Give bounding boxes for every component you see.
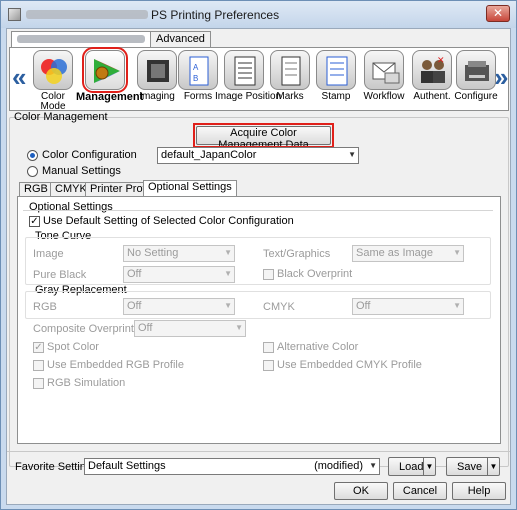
svg-text:✕: ✕: [437, 56, 445, 66]
dialog-client-area: Advanced « » Color Mode Management Imagi…: [6, 28, 511, 505]
gray-cmyk-value: Off: [356, 300, 371, 312]
gray-rgb-value: Off: [127, 300, 142, 312]
load-dropdown-icon[interactable]: ▼: [423, 458, 435, 475]
manual-settings-label: Manual Settings: [42, 165, 121, 177]
function-toolbar: « » Color Mode Management Imaging A B Fo…: [9, 47, 509, 112]
alternative-color-checkbox[interactable]: [263, 342, 274, 353]
footer-divider: [7, 451, 510, 452]
toolbar-item-color-mode[interactable]: Color Mode: [24, 50, 82, 112]
color-configuration-value: default_JapanColor: [161, 149, 257, 161]
spot-color-label: Spot Color: [47, 341, 99, 353]
composite-overprint-label: Composite Overprint: [33, 323, 134, 335]
text-graphics-select[interactable]: Same as Image: [352, 245, 464, 262]
title-printer-name-blurred: [26, 10, 148, 19]
tab-advanced-label: Advanced: [156, 33, 205, 45]
checkmark-icon: ✓: [34, 342, 43, 353]
optional-settings-divider: [23, 210, 493, 211]
black-overprint-label: Black Overprint: [277, 268, 353, 280]
load-button[interactable]: Load ▼: [388, 457, 436, 476]
use-embedded-rgb-label: Use Embedded RGB Profile: [47, 359, 184, 371]
favorite-setting-label: Favorite Setting: [15, 461, 93, 473]
marks-icon: [270, 50, 310, 90]
toolbar-label-configure: Configure: [454, 91, 498, 102]
save-dropdown-icon[interactable]: ▼: [487, 458, 499, 475]
favorite-setting-value: Default Settings: [88, 460, 166, 472]
color-configuration-select[interactable]: default_JapanColor: [157, 147, 359, 164]
workflow-icon: [364, 50, 404, 90]
manual-settings-radio[interactable]: [27, 166, 38, 177]
image-position-icon: [224, 50, 264, 90]
use-default-label: Use Default Setting of Selected Color Co…: [43, 215, 294, 227]
gray-cmyk-label: CMYK: [263, 301, 295, 313]
use-embedded-rgb-checkbox[interactable]: [33, 360, 44, 371]
rgb-simulation-checkbox[interactable]: [33, 378, 44, 389]
svg-text:A: A: [193, 63, 199, 72]
load-button-label: Load: [399, 460, 424, 473]
color-configuration-label: Color Configuration: [42, 149, 137, 161]
help-button[interactable]: Help: [452, 482, 506, 500]
save-button-label: Save: [457, 460, 483, 473]
save-button[interactable]: Save ▼: [446, 457, 500, 476]
use-embedded-cmyk-checkbox[interactable]: [263, 360, 274, 371]
favorite-setting-select[interactable]: Default Settings (modified): [84, 458, 380, 475]
composite-overprint-select[interactable]: Off: [134, 320, 246, 337]
gray-cmyk-select[interactable]: Off: [352, 298, 464, 315]
spot-color-checkbox[interactable]: ✓: [33, 342, 44, 353]
color-configuration-radio[interactable]: [27, 150, 38, 161]
tab-rgb[interactable]: RGB: [19, 182, 53, 196]
forms-icon: AB: [178, 50, 218, 90]
checkmark-icon: ✓: [30, 216, 39, 227]
close-icon: ✕: [492, 6, 504, 20]
pure-black-select[interactable]: Off: [123, 266, 235, 283]
optional-settings-title: Optional Settings: [29, 201, 113, 213]
toolbar-label-management: Management: [76, 91, 144, 103]
rgb-simulation-label: RGB Simulation: [47, 377, 126, 389]
toolbar-item-management[interactable]: Management: [76, 47, 144, 103]
gray-rgb-label: RGB: [33, 301, 57, 313]
cancel-button[interactable]: Cancel: [393, 482, 447, 500]
ok-button[interactable]: OK: [334, 482, 388, 500]
title-bar: PS Printing Preferences ✕: [1, 1, 516, 28]
toolbar-item-configure[interactable]: Configure: [447, 50, 505, 102]
stamp-icon: [316, 50, 356, 90]
alternative-color-label: Alternative Color: [277, 341, 359, 353]
composite-overprint-value: Off: [138, 322, 153, 334]
printing-preferences-window: PS Printing Preferences ✕ Advanced « » C…: [0, 0, 517, 510]
gray-rgb-select[interactable]: Off: [123, 298, 235, 315]
use-default-checkbox[interactable]: ✓: [29, 216, 40, 227]
modified-indicator: (modified): [314, 460, 363, 472]
authentication-icon: ✕: [412, 50, 452, 90]
pure-black-value: Off: [127, 268, 142, 280]
configure-icon: [456, 50, 496, 90]
text-graphics-value: Same as Image: [356, 247, 434, 259]
acquire-highlight-box: [193, 123, 334, 148]
pure-black-label: Pure Black: [33, 269, 87, 281]
toolbar-label-color-mode: Color Mode: [40, 91, 66, 112]
image-label: Image: [33, 248, 64, 260]
black-overprint-checkbox[interactable]: [263, 269, 274, 280]
color-management-title: Color Management: [14, 111, 108, 123]
tab-printer-blurred[interactable]: [11, 31, 151, 48]
tab-advanced[interactable]: Advanced: [150, 31, 211, 47]
color-mode-icon: [33, 50, 73, 90]
image-select[interactable]: No Setting: [123, 245, 235, 262]
svg-text:B: B: [193, 74, 198, 83]
use-embedded-cmyk-label: Use Embedded CMYK Profile: [277, 359, 422, 371]
tab-blurred-label: [17, 35, 145, 44]
close-button[interactable]: ✕: [486, 5, 510, 22]
printer-icon: [8, 8, 21, 21]
window-title: PS Printing Preferences: [151, 8, 280, 22]
color-management-icon: [82, 47, 128, 93]
text-graphics-label: Text/Graphics: [263, 248, 331, 260]
image-value: No Setting: [127, 247, 179, 259]
tab-optional-settings[interactable]: Optional Settings: [143, 180, 237, 196]
